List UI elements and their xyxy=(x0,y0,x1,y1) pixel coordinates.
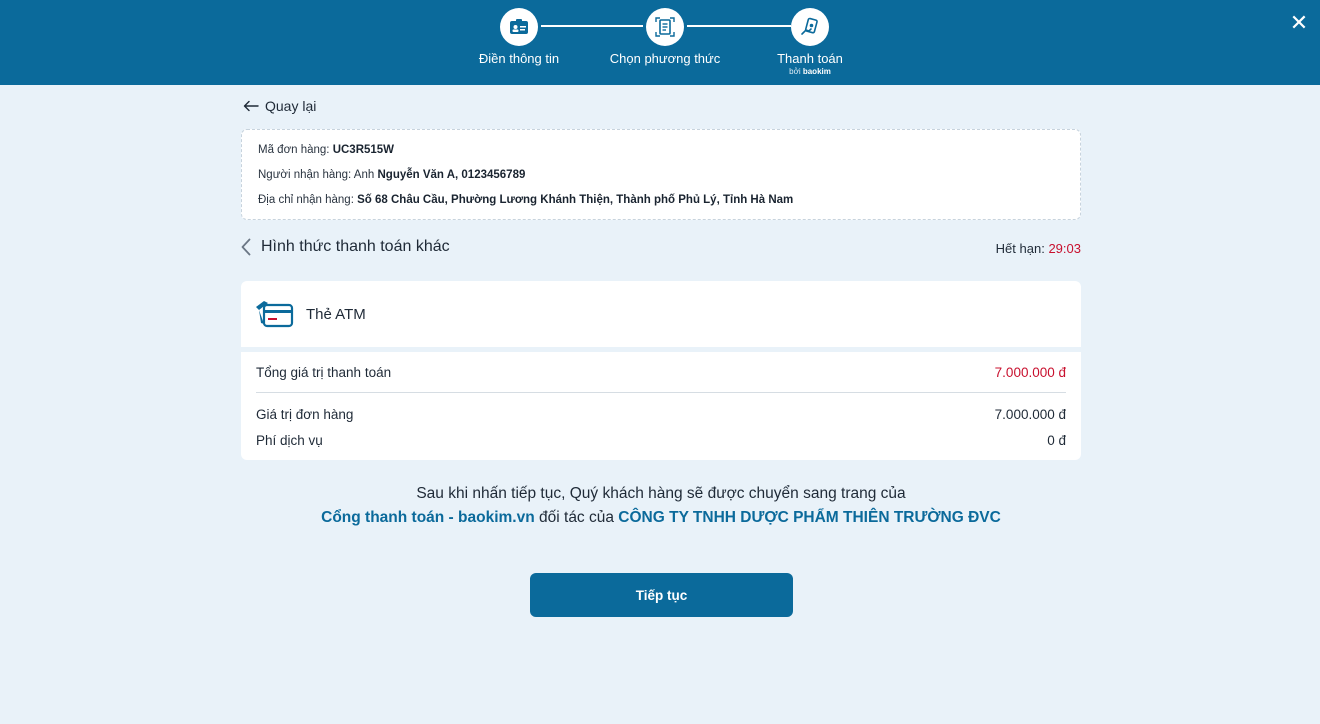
order-info-box: Mã đơn hàng: UC3R515W Người nhận hàng: A… xyxy=(241,129,1081,220)
payment-hand-icon xyxy=(791,8,829,46)
method-title: Hình thức thanh toán khác xyxy=(261,238,450,255)
chevron-left-icon xyxy=(241,238,251,256)
continue-button[interactable]: Tiếp tục xyxy=(530,573,793,617)
order-code-row: Mã đơn hàng: UC3R515W xyxy=(258,142,1064,167)
fee-value: 0 đ xyxy=(1047,432,1066,448)
expire-timer: Hết hạn: 29:03 xyxy=(996,241,1081,256)
partner-text: đối tác của xyxy=(539,509,614,526)
address-value: Số 68 Châu Cầu, Phường Lương Khánh Thiện… xyxy=(357,194,794,206)
step-choose-method: Chọn phương thức xyxy=(590,8,740,66)
total-value: 7.000.000 đ xyxy=(994,364,1066,380)
baokim-logo: bởi baokim xyxy=(735,67,885,76)
fee-label: Phí dịch vụ xyxy=(256,432,323,448)
notice-line1: Sau khi nhấn tiếp tục, Quý khách hàng sẽ… xyxy=(416,485,906,502)
expire-label: Hết hạn: xyxy=(995,241,1045,256)
step-label: Thanh toán xyxy=(777,51,843,66)
sublabel-brand: baokim xyxy=(802,67,831,76)
header-bar: Điền thông tin Chọn phương thức Thanh to… xyxy=(0,0,1320,85)
atm-title: Thẻ ATM xyxy=(306,305,366,323)
order-value-amount: 7.000.000 đ xyxy=(994,406,1066,422)
order-value-row: Giá trị đơn hàng 7.000.000 đ xyxy=(256,393,1066,429)
arrow-left-icon xyxy=(243,100,259,112)
step-payment: Thanh toán bởi baokim xyxy=(735,8,885,76)
atm-card-icon xyxy=(256,301,294,328)
fee-row: Phí dịch vụ 0 đ xyxy=(256,429,1066,451)
step-label: Điền thông tin xyxy=(478,51,560,66)
company-name: CÔNG TY TNHH DƯỢC PHẨM THIÊN TRƯỜNG ĐVC xyxy=(618,509,1001,526)
document-select-icon xyxy=(646,8,684,46)
other-methods-back[interactable]: Hình thức thanh toán khác xyxy=(241,238,450,256)
order-code-label: Mã đơn hàng: xyxy=(258,144,330,156)
notice-line2: Cổng thanh toán - baokim.vn đối tác của … xyxy=(241,506,1081,530)
sublabel-prefix: bởi xyxy=(789,67,801,76)
close-icon[interactable]: ✕ xyxy=(1286,10,1312,36)
atm-card-option[interactable]: Thẻ ATM xyxy=(241,281,1081,347)
address-row: Địa chỉ nhận hàng: Số 68 Châu Cầu, Phườn… xyxy=(258,192,1064,217)
gateway-name: Cổng thanh toán - baokim.vn xyxy=(321,509,535,526)
expire-time: 29:03 xyxy=(1048,241,1081,256)
step-label: Chọn phương thức xyxy=(609,51,721,66)
order-code-value: UC3R515W xyxy=(332,144,395,156)
step-fill-info: Điền thông tin xyxy=(444,8,594,66)
order-value-label: Giá trị đơn hàng xyxy=(256,406,354,422)
recipient-label: Người nhận hàng: Anh xyxy=(258,169,375,181)
payment-summary: Tổng giá trị thanh toán 7.000.000 đ Giá … xyxy=(241,352,1081,460)
recipient-value: Nguyễn Văn A, 0123456789 xyxy=(377,169,526,181)
recipient-row: Người nhận hàng: Anh Nguyễn Văn A, 01234… xyxy=(258,167,1064,192)
address-label: Địa chỉ nhận hàng: xyxy=(258,194,354,206)
total-row: Tổng giá trị thanh toán 7.000.000 đ xyxy=(256,352,1066,393)
back-label: Quay lại xyxy=(265,98,317,114)
total-label: Tổng giá trị thanh toán xyxy=(256,364,392,380)
id-card-icon xyxy=(500,8,538,46)
back-link[interactable]: Quay lại xyxy=(243,98,316,114)
redirect-notice: Sau khi nhấn tiếp tục, Quý khách hàng sẽ… xyxy=(241,482,1081,530)
